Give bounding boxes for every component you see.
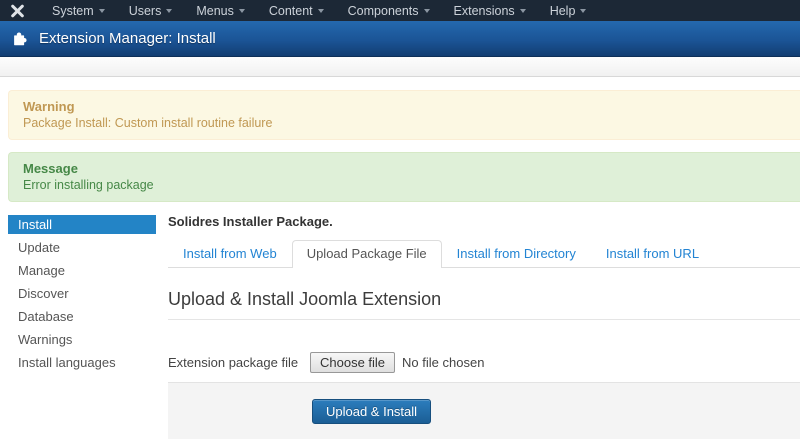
choose-file-button[interactable]: Choose file — [310, 352, 395, 373]
content-row: Install Update Manage Discover Database … — [0, 215, 800, 439]
menu-item-label: Extensions — [454, 4, 515, 18]
alert-warning: Warning Package Install: Custom install … — [8, 90, 800, 140]
installer-main: Solidres Installer Package. Install from… — [168, 215, 800, 439]
menu-item-content[interactable]: Content — [257, 0, 336, 21]
joomla-logo-icon — [10, 4, 26, 18]
alert-warning-message: Package Install: Custom install routine … — [23, 115, 786, 131]
upload-install-button[interactable]: Upload & Install — [312, 399, 431, 424]
menu-item-label: Menus — [196, 4, 234, 18]
alert-warning-title: Warning — [23, 99, 786, 115]
package-title: Solidres Installer Package. — [168, 215, 800, 229]
chevron-down-icon — [520, 9, 526, 13]
tab-install-from-directory[interactable]: Install from Directory — [442, 240, 591, 268]
menubar-items: System Users Menus Content Components Ex… — [40, 0, 598, 21]
installer-sidebar: Install Update Manage Discover Database … — [0, 215, 168, 439]
menu-item-components[interactable]: Components — [336, 0, 442, 21]
tab-upload-package-file[interactable]: Upload Package File — [292, 240, 442, 268]
sidebar-list: Install Update Manage Discover Database … — [8, 215, 156, 372]
alert-message: Message Error installing package — [8, 152, 800, 202]
sidebar-item-install-languages[interactable]: Install languages — [8, 353, 156, 372]
sidebar-item-discover[interactable]: Discover — [8, 284, 156, 303]
sidebar-item-update[interactable]: Update — [8, 238, 156, 257]
chevron-down-icon — [424, 9, 430, 13]
tab-install-from-url[interactable]: Install from URL — [591, 240, 714, 268]
tab-install-from-web[interactable]: Install from Web — [168, 240, 292, 268]
chevron-down-icon — [166, 9, 172, 13]
installer-tabs: Install from Web Upload Package File Ins… — [168, 240, 800, 268]
page-title: Extension Manager: Install — [39, 30, 216, 47]
sidebar-item-warnings[interactable]: Warnings — [8, 330, 156, 349]
menu-item-label: Users — [129, 4, 162, 18]
form-actions-panel: Upload & Install — [168, 382, 800, 439]
toolbar-subhead — [0, 57, 800, 77]
chevron-down-icon — [99, 9, 105, 13]
page-header: Extension Manager: Install — [0, 21, 800, 57]
admin-menubar: System Users Menus Content Components Ex… — [0, 0, 800, 21]
alert-message-title: Message — [23, 161, 786, 177]
section-heading: Upload & Install Joomla Extension — [168, 289, 800, 320]
alert-message-body: Error installing package — [23, 177, 786, 193]
menu-item-label: System — [52, 4, 94, 18]
menu-item-extensions[interactable]: Extensions — [442, 0, 538, 21]
menu-item-label: Components — [348, 4, 419, 18]
sidebar-item-database[interactable]: Database — [8, 307, 156, 326]
puzzle-icon — [12, 30, 29, 47]
menu-item-menus[interactable]: Menus — [184, 0, 257, 21]
file-form-row: Extension package file Choose file No fi… — [168, 352, 800, 373]
menu-item-help[interactable]: Help — [538, 0, 599, 21]
menu-item-users[interactable]: Users — [117, 0, 185, 21]
extension-package-file-label: Extension package file — [168, 355, 310, 370]
chevron-down-icon — [318, 9, 324, 13]
sidebar-item-install[interactable]: Install — [8, 215, 156, 234]
menu-item-system[interactable]: System — [40, 0, 117, 21]
menu-item-label: Help — [550, 4, 576, 18]
sidebar-item-manage[interactable]: Manage — [8, 261, 156, 280]
chevron-down-icon — [239, 9, 245, 13]
no-file-chosen-text: No file chosen — [402, 355, 484, 370]
chevron-down-icon — [580, 9, 586, 13]
menu-item-label: Content — [269, 4, 313, 18]
